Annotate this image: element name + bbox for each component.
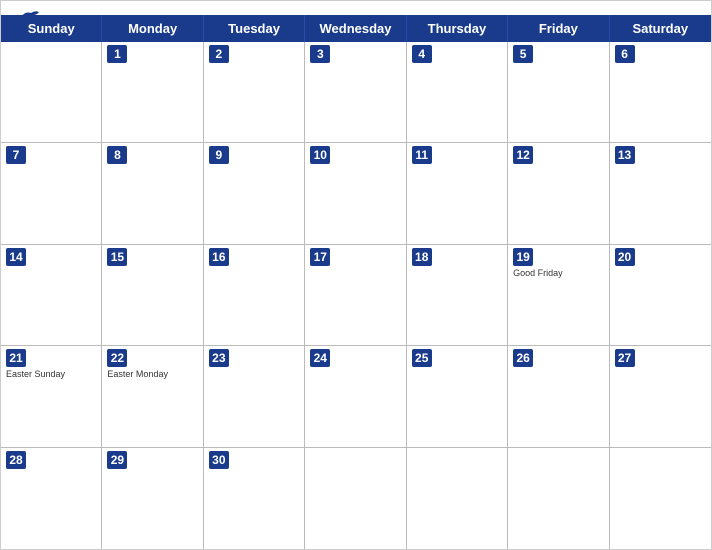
day-cell: 17 — [305, 245, 406, 346]
day-number: 9 — [209, 146, 229, 164]
holiday-label: Easter Monday — [107, 369, 197, 380]
day-number: 4 — [412, 45, 432, 63]
day-number: 22 — [107, 349, 127, 367]
day-cell: 28 — [1, 448, 102, 549]
day-number: 16 — [209, 248, 229, 266]
day-cell: 7 — [1, 143, 102, 244]
day-cell: 20 — [610, 245, 711, 346]
day-cell: 2 — [204, 42, 305, 143]
day-cell: 24 — [305, 346, 406, 447]
day-cell: 8 — [102, 143, 203, 244]
weekday-header-wednesday: Wednesday — [305, 15, 406, 42]
day-number: 30 — [209, 451, 229, 469]
weekday-header-friday: Friday — [508, 15, 609, 42]
day-number: 12 — [513, 146, 533, 164]
day-cell: 18 — [407, 245, 508, 346]
day-number: 1 — [107, 45, 127, 63]
day-number: 24 — [310, 349, 330, 367]
day-cell: 5 — [508, 42, 609, 143]
day-cell: 27 — [610, 346, 711, 447]
day-number: 29 — [107, 451, 127, 469]
day-number: 28 — [6, 451, 26, 469]
day-number: 13 — [615, 146, 635, 164]
day-number: 8 — [107, 146, 127, 164]
day-cell: 12 — [508, 143, 609, 244]
day-cell: 21 Easter Sunday — [1, 346, 102, 447]
day-number: 17 — [310, 248, 330, 266]
day-number: 6 — [615, 45, 635, 63]
day-cell: 30 — [204, 448, 305, 549]
holiday-label: Easter Sunday — [6, 369, 96, 380]
day-cell: 1 — [102, 42, 203, 143]
day-cell — [508, 448, 609, 549]
day-cell: 13 — [610, 143, 711, 244]
calendar-container: SundayMondayTuesdayWednesdayThursdayFrid… — [0, 0, 712, 550]
day-cell — [610, 448, 711, 549]
day-number: 5 — [513, 45, 533, 63]
day-cell — [1, 42, 102, 143]
day-cell: 22 Easter Monday — [102, 346, 203, 447]
weekday-header-monday: Monday — [102, 15, 203, 42]
logo-bird-icon — [19, 9, 41, 25]
calendar-header — [1, 1, 711, 15]
weekday-header-saturday: Saturday — [610, 15, 711, 42]
day-cell: 29 — [102, 448, 203, 549]
day-cell: 23 — [204, 346, 305, 447]
day-cell: 10 — [305, 143, 406, 244]
day-number: 10 — [310, 146, 330, 164]
day-cell: 6 — [610, 42, 711, 143]
day-number-empty — [310, 451, 330, 469]
day-number-empty — [615, 451, 635, 469]
day-number: 18 — [412, 248, 432, 266]
weekday-header-tuesday: Tuesday — [204, 15, 305, 42]
day-number: 27 — [615, 349, 635, 367]
day-number-empty — [513, 451, 533, 469]
day-number: 20 — [615, 248, 635, 266]
day-number: 2 — [209, 45, 229, 63]
day-number: 11 — [412, 146, 432, 164]
calendar-grid: 12345678910111213141516171819Good Friday… — [1, 42, 711, 549]
day-number: 21 — [6, 349, 26, 367]
day-cell — [407, 448, 508, 549]
day-cell: 25 — [407, 346, 508, 447]
day-number: 23 — [209, 349, 229, 367]
day-number: 7 — [6, 146, 26, 164]
day-number-empty — [412, 451, 432, 469]
day-cell: 16 — [204, 245, 305, 346]
day-number: 15 — [107, 248, 127, 266]
day-cell: 26 — [508, 346, 609, 447]
day-cell: 14 — [1, 245, 102, 346]
day-cell: 19 Good Friday — [508, 245, 609, 346]
day-number: 19 — [513, 248, 533, 266]
weekday-header-thursday: Thursday — [407, 15, 508, 42]
day-cell: 15 — [102, 245, 203, 346]
day-number: 14 — [6, 248, 26, 266]
day-number: 26 — [513, 349, 533, 367]
day-cell: 9 — [204, 143, 305, 244]
holiday-label: Good Friday — [513, 268, 603, 279]
logo — [17, 9, 41, 25]
day-number-empty — [6, 45, 26, 63]
day-number: 25 — [412, 349, 432, 367]
day-cell — [305, 448, 406, 549]
day-number: 3 — [310, 45, 330, 63]
day-cell: 4 — [407, 42, 508, 143]
weekdays-row: SundayMondayTuesdayWednesdayThursdayFrid… — [1, 15, 711, 42]
day-cell: 3 — [305, 42, 406, 143]
day-cell: 11 — [407, 143, 508, 244]
